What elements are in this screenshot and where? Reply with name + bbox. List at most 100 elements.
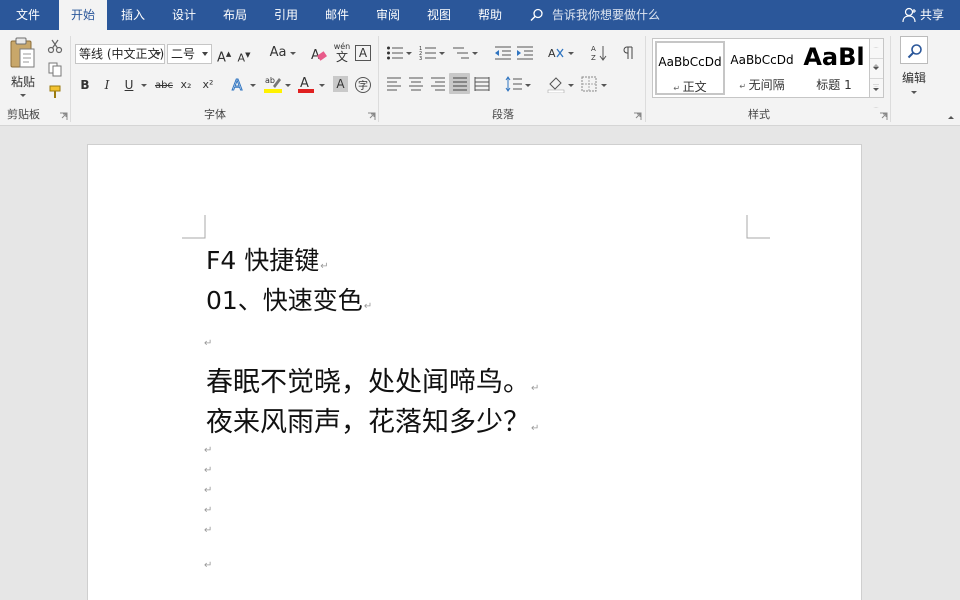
svg-text:Z: Z <box>591 54 596 62</box>
font-color-dropdown-icon[interactable] <box>319 84 325 87</box>
show-formatting-marks-icon[interactable] <box>622 45 636 61</box>
collapse-ribbon-icon[interactable] <box>948 116 954 119</box>
text-effects-dropdown-icon[interactable] <box>250 84 256 87</box>
bullets-dropdown-icon[interactable] <box>406 52 412 55</box>
tab-home[interactable]: 开始 <box>59 0 107 30</box>
strikethrough-button[interactable]: abc <box>153 78 175 94</box>
borders-dropdown-icon[interactable] <box>601 84 607 87</box>
share-button[interactable]: 共享 <box>902 0 944 30</box>
tab-references[interactable]: 引用 <box>264 0 308 30</box>
align-left-icon[interactable] <box>386 77 402 91</box>
change-case-dropdown-icon[interactable] <box>290 52 296 55</box>
tab-insert[interactable]: 插入 <box>111 0 155 30</box>
chinese-layout-icon[interactable]: A <box>547 45 565 61</box>
chinese-layout-dropdown-icon[interactable] <box>568 52 574 55</box>
tab-help[interactable]: 帮助 <box>468 0 512 30</box>
styles-dialog-launcher-icon[interactable] <box>879 112 888 121</box>
font-dialog-launcher-icon[interactable] <box>367 112 376 121</box>
clipboard-dialog-launcher-icon[interactable] <box>59 112 68 121</box>
justify-button[interactable] <box>449 73 470 94</box>
style-heading-1[interactable]: AaBl 标题 1 <box>799 41 869 95</box>
style-normal[interactable]: AaBbCcDd ↵ 正文 <box>655 41 725 95</box>
svg-text:字: 字 <box>358 79 368 92</box>
numbering-dropdown-icon[interactable] <box>439 52 445 55</box>
highlight-pen-icon[interactable]: ab <box>263 74 283 94</box>
tell-me-search[interactable]: 告诉我你想要做什么 <box>530 0 660 30</box>
increase-indent-icon[interactable] <box>516 45 534 61</box>
subscript-button[interactable]: x₂ <box>178 77 194 93</box>
empty-paragraph-mark[interactable]: ↵ <box>204 485 212 496</box>
italic-button[interactable]: I <box>100 77 114 93</box>
multilevel-list-icon[interactable] <box>452 45 470 61</box>
paragraph-dialog-launcher-icon[interactable] <box>633 112 642 121</box>
phonetic-guide-button[interactable]: wén 文 <box>333 42 351 64</box>
enclose-characters-icon[interactable]: 字 <box>354 76 372 94</box>
empty-paragraph-mark[interactable]: ↵ <box>204 560 212 571</box>
sort-icon[interactable]: A Z <box>590 44 608 62</box>
phonetic-char-icon: 文 <box>335 50 348 64</box>
numbering-icon[interactable]: 1 2 3 <box>419 45 437 61</box>
tab-layout[interactable]: 布局 <box>213 0 257 30</box>
copy-icon[interactable] <box>47 61 63 77</box>
paste-button[interactable]: 粘贴 <box>4 34 42 102</box>
font-color-icon[interactable]: A <box>297 74 315 94</box>
menu-bar: 文件 开始 插入 设计 布局 引用 邮件 审阅 视图 帮助 告诉我你想要做什么 … <box>0 0 960 30</box>
empty-paragraph-mark[interactable]: ↵ <box>204 505 212 516</box>
svg-text:A: A <box>548 47 556 60</box>
bullets-icon[interactable] <box>386 45 404 61</box>
share-label: 共享 <box>920 8 945 22</box>
tab-design[interactable]: 设计 <box>162 0 206 30</box>
shading-dropdown-icon[interactable] <box>568 84 574 87</box>
gallery-up-button[interactable] <box>870 39 883 67</box>
character-border-icon[interactable]: A <box>355 45 371 61</box>
empty-paragraph-mark[interactable]: ↵ <box>204 465 212 476</box>
font-size-value: 二号 <box>171 47 196 61</box>
borders-icon[interactable] <box>581 76 597 92</box>
line-spacing-icon[interactable] <box>505 76 523 92</box>
paragraph-text: 夜来风雨声，花落知多少？ <box>206 407 530 438</box>
align-center-icon[interactable] <box>408 77 424 91</box>
cut-icon[interactable] <box>47 38 63 54</box>
gallery-down-button[interactable] <box>870 59 883 87</box>
person-icon <box>902 7 916 23</box>
styles-gallery-scroll <box>870 38 884 108</box>
tab-mailings[interactable]: 邮件 <box>315 0 359 30</box>
tab-view[interactable]: 视图 <box>417 0 461 30</box>
document-page[interactable]: F4 快捷键↵ 01、快速变色↵ ↵ 春眠不觉晓，处处闻啼鸟。↵ 夜来风雨声，花落知多少… <box>87 144 862 600</box>
paste-label: 粘贴 <box>10 75 35 89</box>
line-spacing-dropdown-icon[interactable] <box>525 84 531 87</box>
highlight-dropdown-icon[interactable] <box>285 84 291 87</box>
tab-file[interactable]: 文件 <box>0 0 56 30</box>
document-paragraph[interactable]: 夜来风雨声，花落知多少？↵ <box>206 403 539 449</box>
empty-paragraph-mark[interactable]: ↵ <box>204 338 212 349</box>
style-no-spacing[interactable]: AaBbCcDd ↵ 无间隔 <box>727 41 797 95</box>
shrink-font-button[interactable]: A▼ <box>237 47 251 67</box>
multilevel-dropdown-icon[interactable] <box>472 52 478 55</box>
style-sample: AaBl <box>803 43 865 71</box>
font-name-dropdown[interactable]: 等线 (中文正文) <box>75 44 165 64</box>
document-canvas: F4 快捷键↵ 01、快速变色↵ ↵ 春眠不觉晓，处处闻啼鸟。↵ 夜来风雨声，花落知多少… <box>0 127 960 600</box>
underline-button[interactable]: U <box>122 77 136 93</box>
empty-paragraph-mark[interactable]: ↵ <box>204 445 212 456</box>
underline-dropdown-icon[interactable] <box>141 84 147 87</box>
shading-icon[interactable] <box>547 75 565 93</box>
character-shading-icon[interactable]: A <box>333 76 348 92</box>
paragraph-mark: ↵ <box>531 383 540 394</box>
grow-font-button[interactable]: A▲ <box>217 46 231 66</box>
clear-formatting-icon[interactable]: A <box>310 45 328 63</box>
change-case-button[interactable]: Aa <box>268 45 288 61</box>
font-size-dropdown[interactable]: 二号 <box>167 44 212 64</box>
align-right-icon[interactable] <box>430 77 446 91</box>
grow-font-icon: A <box>217 50 226 66</box>
editing-button[interactable]: 编辑 <box>896 36 932 100</box>
empty-paragraph-mark[interactable]: ↵ <box>204 525 212 536</box>
text-effects-icon[interactable]: A <box>230 75 248 94</box>
bold-button[interactable]: B <box>78 77 92 93</box>
tab-review[interactable]: 审阅 <box>366 0 410 30</box>
gallery-more-button[interactable] <box>870 79 883 108</box>
format-painter-icon[interactable] <box>47 84 63 100</box>
document-paragraph[interactable]: 01、快速变色↵ <box>206 281 372 327</box>
superscript-button[interactable]: x² <box>200 77 216 93</box>
distributed-icon[interactable] <box>474 76 490 92</box>
decrease-indent-icon[interactable] <box>494 45 512 61</box>
